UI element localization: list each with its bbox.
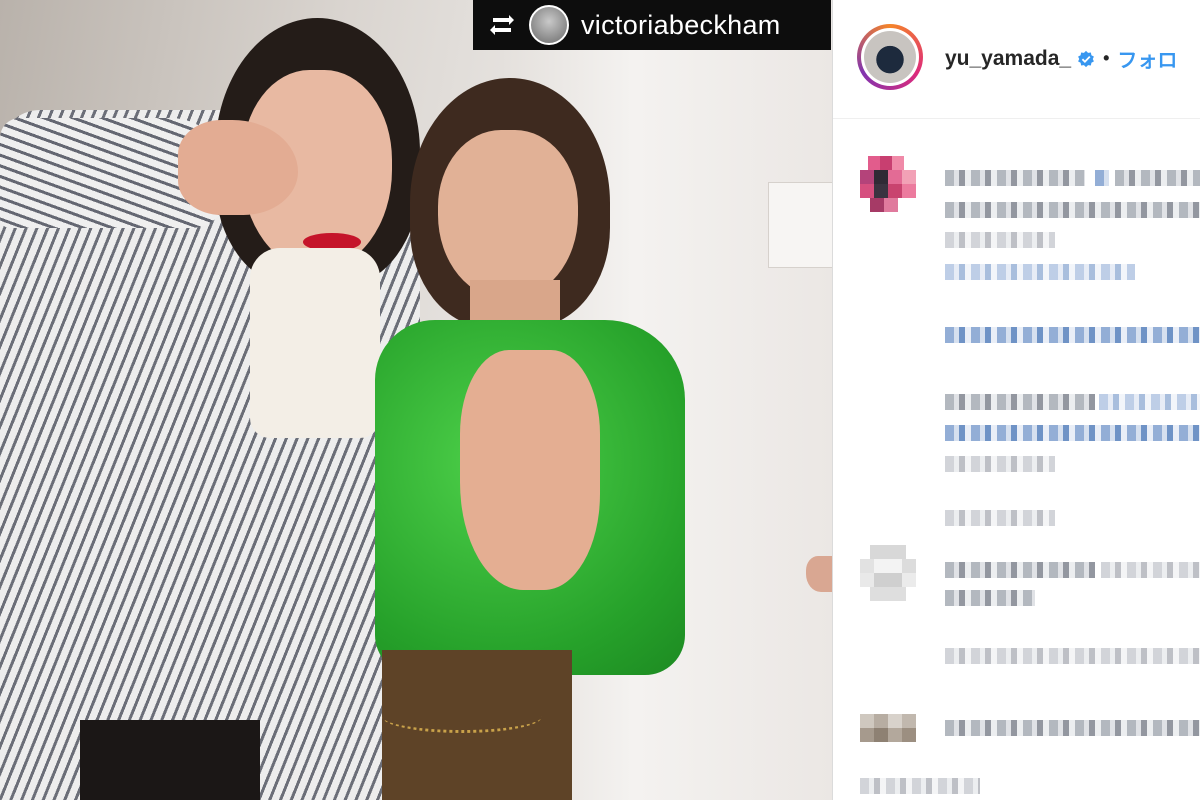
- person-left-ruffle-collar: [250, 248, 380, 438]
- comment-mosaic: [945, 394, 1095, 410]
- comment-avatar[interactable]: [860, 714, 916, 742]
- comment-mosaic: [1099, 394, 1200, 410]
- comment-mosaic: [945, 202, 1200, 218]
- comment-mosaic: [945, 327, 1200, 343]
- comment-mosaic: [945, 264, 1135, 280]
- person-right-face: [438, 130, 578, 300]
- photo-background-sign: [768, 182, 832, 268]
- comment-mosaic: [1101, 562, 1200, 578]
- comment-mosaic: [945, 590, 1035, 606]
- profile-avatar: [864, 31, 916, 83]
- post-side-panel: yu_yamada_ • フォロ: [833, 0, 1200, 800]
- post-author: yu_yamada_ • フォロ: [945, 44, 1177, 73]
- person-left-skirt: [80, 720, 260, 800]
- post-photo[interactable]: victoriabeckham: [0, 0, 832, 800]
- comment-avatar[interactable]: [860, 156, 916, 212]
- repost-icon: [487, 10, 517, 40]
- comment-mosaic: [945, 232, 1055, 248]
- comment-mosaic: [1115, 170, 1200, 186]
- header-separator: •: [1103, 48, 1110, 68]
- verified-badge-icon: [1078, 50, 1095, 67]
- person-right-chain-belt: [382, 700, 542, 733]
- comment-avatar[interactable]: [860, 545, 916, 601]
- repost-username[interactable]: victoriabeckham: [581, 10, 781, 41]
- profile-avatar-ring[interactable]: [857, 24, 923, 90]
- post-header: yu_yamada_ • フォロ: [833, 0, 1200, 119]
- comment-mosaic: [945, 648, 1200, 664]
- photo-hand-edge: [806, 556, 832, 592]
- profile-avatar-frame: [861, 28, 919, 86]
- comment-mosaic: [945, 170, 1085, 186]
- repost-badge[interactable]: victoriabeckham: [473, 0, 831, 50]
- comment-mosaic: [1095, 170, 1109, 186]
- comment-mosaic: [945, 425, 1200, 441]
- comment-mosaic: [945, 456, 1055, 472]
- comment-mosaic: [945, 510, 1055, 526]
- comment-mosaic: [945, 720, 1200, 736]
- comment-mosaic: [945, 562, 1095, 578]
- comment-mosaic: [860, 778, 980, 794]
- person-right-peace-hand: [460, 350, 600, 590]
- repost-avatar[interactable]: [529, 5, 569, 45]
- follow-button[interactable]: フォロ: [1117, 44, 1177, 73]
- author-username[interactable]: yu_yamada_: [945, 47, 1071, 71]
